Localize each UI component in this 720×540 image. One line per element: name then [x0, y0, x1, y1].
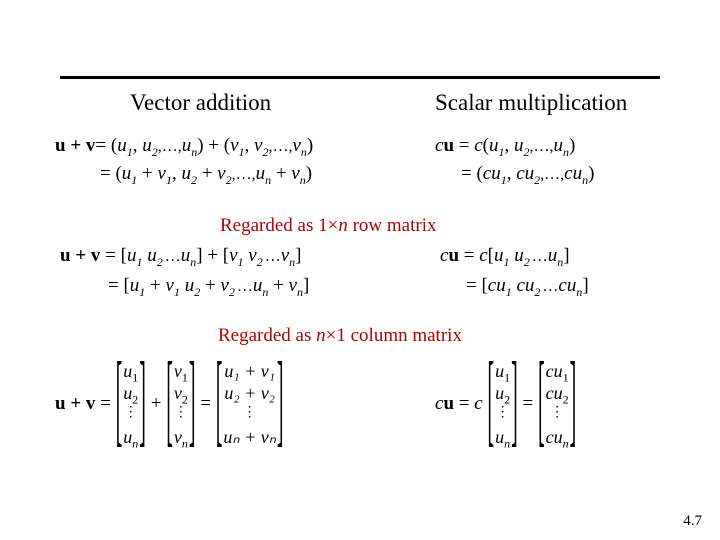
- eq-row-scal-2: = [cu1 cu2 … cun]: [466, 275, 589, 300]
- heading-scalar-multiplication: Scalar multiplication: [435, 90, 627, 116]
- eq-tuple-scal-1: cu = c(u1, u2, … , un): [435, 135, 575, 160]
- caption-row-matrix: Regarded as 1×n row matrix: [220, 215, 437, 237]
- eq-row-scal-1: cu = c[u1 u2 … un]: [440, 245, 570, 270]
- caption-column-matrix: Regarded as n×1 column matrix: [218, 325, 462, 347]
- eq-col-add: u + v = [u1u2⋮un] + [v1v2⋮vn] = [u₁ + v₁…: [55, 360, 284, 448]
- eq-tuple-scal-2: = (cu1, cu2, … , cun): [461, 163, 594, 188]
- horizontal-rule: [60, 76, 660, 79]
- eq-col-scal: cu = c [u1u2⋮un] = [cu1cu2⋮cun]: [435, 360, 576, 448]
- eq-row-add-1: u + v = [u1 u2 … un] + [v1 v2 … vn]: [60, 245, 301, 270]
- eq-tuple-add-2: = (u1 + v1, u2 + v2, … , un + vn): [100, 163, 312, 188]
- eq-row-add-2: = [u1 + v1 u2 + v2 … un + vn]: [108, 275, 309, 300]
- page-number: 4.7: [683, 513, 702, 530]
- heading-vector-addition: Vector addition: [130, 90, 271, 116]
- eq-tuple-add-1: u + v= (u1, u2, … , un) + (v1, v2, … , v…: [55, 135, 313, 160]
